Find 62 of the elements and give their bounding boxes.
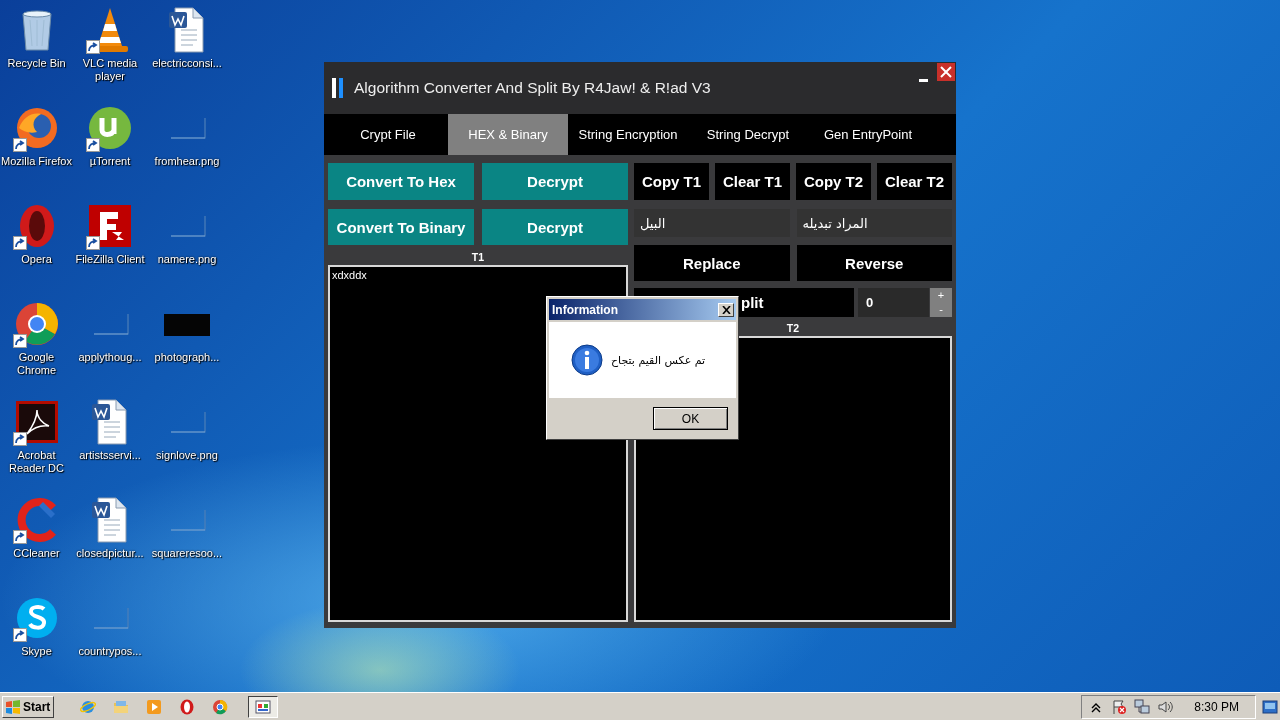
icon-label[interactable]: Recycle Bin (7, 57, 66, 70)
text-field[interactable]: المراد تبديله (796, 209, 952, 237)
icon-label[interactable]: Acrobat Reader DC (0, 449, 73, 475)
increment-button[interactable]: + (930, 288, 952, 303)
icon-label[interactable]: Opera (21, 253, 52, 266)
text-field[interactable]: البيل (634, 209, 790, 237)
copy-button[interactable]: Copy T2 (796, 163, 871, 200)
icon-label[interactable]: photograph... (154, 351, 220, 364)
icon-label[interactable]: Google Chrome (0, 351, 73, 377)
clear-button[interactable]: Clear T1 (715, 163, 790, 200)
icon-label[interactable]: Mozilla Firefox (1, 155, 72, 168)
info-icon (571, 344, 603, 376)
icon-label[interactable]: countrypos... (78, 645, 142, 658)
replace-button[interactable]: Replace (634, 245, 790, 281)
clear-button[interactable]: Clear T2 (877, 163, 952, 200)
tab[interactable]: HEX & Binary (448, 114, 568, 155)
icon-label[interactable]: µTorrent (89, 155, 131, 168)
icon-label[interactable]: applythoug... (78, 351, 142, 364)
icon-label[interactable]: VLC media player (74, 57, 146, 83)
text-area-label: T1 (471, 250, 485, 265)
ok-button[interactable]: OK (653, 407, 728, 430)
tab[interactable]: Gen EntryPoint (808, 114, 928, 155)
round-logo-icon[interactable] (212, 698, 228, 715)
windows-logo-icon (5, 699, 21, 714)
decrypt-button[interactable]: Decrypt (482, 209, 628, 245)
icon-label[interactable]: artistsservi... (79, 449, 141, 462)
icon-label[interactable]: signlove.png (156, 449, 218, 462)
network-icon[interactable] (1134, 698, 1151, 715)
number-field[interactable]: 0 (858, 288, 929, 317)
text-area-label: T2 (786, 321, 800, 336)
show-desktop-icon[interactable] (1262, 699, 1278, 714)
round-logo-icon[interactable] (86, 104, 134, 152)
speaker-icon[interactable] (1157, 698, 1174, 715)
square-logo-icon[interactable] (86, 202, 134, 250)
copy-button[interactable]: Copy T1 (634, 163, 709, 200)
window-icon (255, 698, 271, 715)
app-logo-icon (332, 78, 344, 98)
decrypt-button[interactable]: Decrypt (482, 163, 628, 200)
icon-label[interactable]: Skype (21, 645, 52, 658)
tab[interactable]: Crypt File (328, 114, 448, 155)
tab[interactable]: String Decrypt (688, 114, 808, 155)
window-title: Algorithm Converter And Split By R4Jaw! & R!ad V3 (354, 79, 711, 97)
taskbar-window-button[interactable] (248, 695, 278, 718)
tab[interactable]: String Encryption (568, 114, 688, 155)
flag-icon[interactable] (1111, 698, 1128, 715)
start-button[interactable]: Start (2, 695, 54, 718)
icon-label[interactable]: CCleaner (13, 547, 60, 560)
convert-button[interactable]: Convert To Hex (328, 163, 474, 200)
icon-label[interactable]: squareresoo... (151, 547, 223, 560)
dialog-title: Information (552, 302, 619, 317)
clock[interactable]: 8:30 PM (1194, 699, 1239, 714)
icon-label[interactable]: fromhear.png (154, 155, 220, 168)
icon-label[interactable]: electricconsi... (152, 57, 222, 70)
close-button[interactable] (718, 302, 734, 317)
close-icon[interactable] (937, 63, 955, 81)
icon-label[interactable]: namere.png (157, 253, 217, 266)
convert-button[interactable]: Convert To Binary (328, 209, 474, 245)
decrement-button[interactable]: - (930, 302, 952, 317)
icon-label[interactable]: closedpictur... (76, 547, 144, 560)
reverse-button[interactable]: Reverse (796, 245, 952, 281)
icon-label[interactable]: FileZilla Client (75, 253, 145, 266)
close-icon (721, 305, 731, 314)
